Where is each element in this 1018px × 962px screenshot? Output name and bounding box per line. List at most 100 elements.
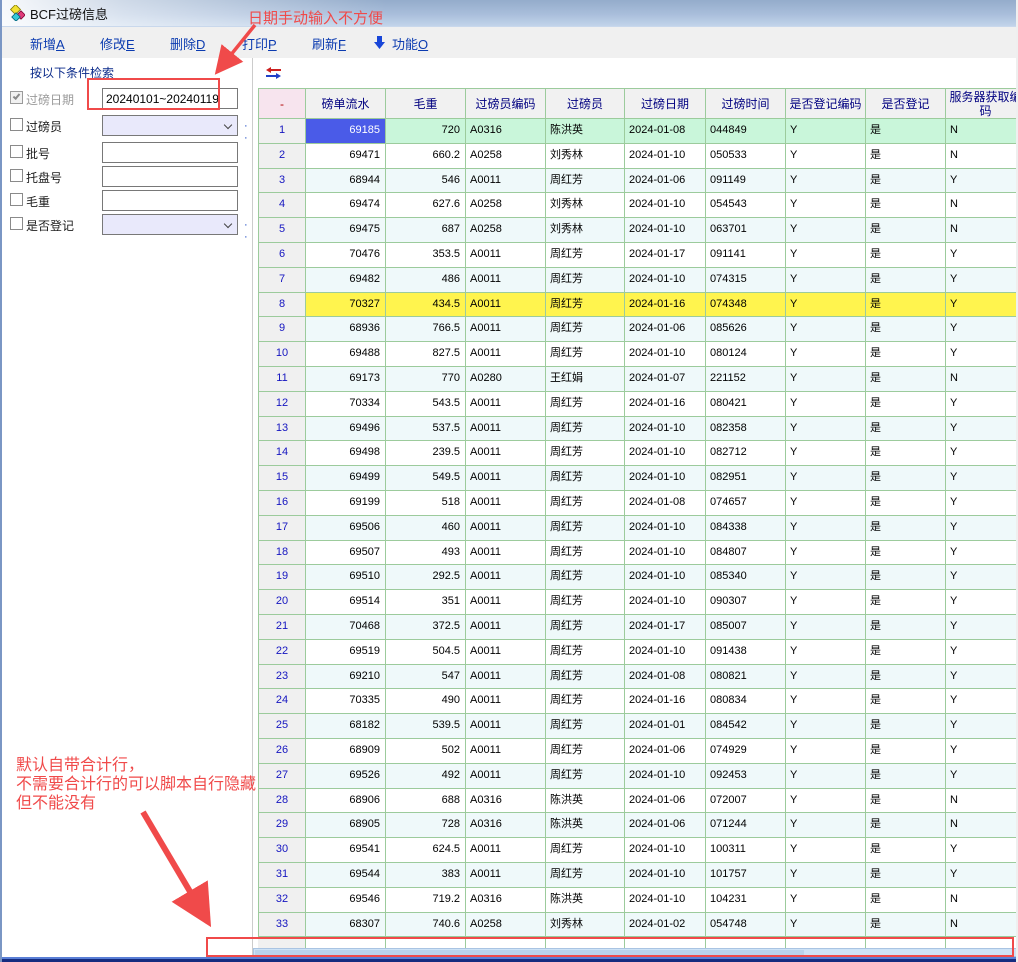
grid-cell[interactable]: 周红芳 (546, 293, 625, 318)
grid-cell[interactable]: 101757 (706, 863, 786, 888)
column-header[interactable]: - (258, 89, 306, 119)
grid-cell[interactable]: Y (946, 491, 1018, 516)
grid-cell[interactable]: 69475 (306, 218, 386, 243)
grid-cell[interactable]: A0011 (466, 342, 546, 367)
batch-checkbox[interactable] (10, 145, 23, 158)
grid-cell[interactable]: A0258 (466, 218, 546, 243)
grid-cell[interactable]: 周红芳 (546, 863, 625, 888)
grid-cell[interactable]: 是 (866, 764, 946, 789)
grid-cell[interactable]: A0011 (466, 491, 546, 516)
grid-cell[interactable]: 是 (866, 714, 946, 739)
grid-cell[interactable]: 2024-01-10 (625, 590, 706, 615)
grid-cell[interactable]: 502 (386, 739, 466, 764)
grid-cell[interactable]: 69210 (306, 665, 386, 690)
grid-cell[interactable]: Y (786, 317, 866, 342)
grid-cell[interactable]: 是 (866, 516, 946, 541)
delete-button[interactable]: 删除D (170, 34, 205, 53)
grid-cell[interactable]: 2024-01-08 (625, 665, 706, 690)
grid-cell[interactable]: 刘秀林 (546, 193, 625, 218)
grid-cell[interactable]: Y (946, 417, 1018, 442)
row-number-cell[interactable]: 22 (258, 640, 306, 665)
grid-cell[interactable]: 是 (866, 863, 946, 888)
grid-cell[interactable]: Y (946, 541, 1018, 566)
grid-cell[interactable]: 2024-01-17 (625, 243, 706, 268)
grid-cell[interactable]: A0011 (466, 417, 546, 442)
grid-cell[interactable]: 490 (386, 689, 466, 714)
grid-cell[interactable]: A0316 (466, 813, 546, 838)
grid-cell[interactable]: A0011 (466, 863, 546, 888)
grid-cell[interactable]: 2024-01-07 (625, 367, 706, 392)
grid-cell[interactable]: 是 (866, 590, 946, 615)
grid-cell[interactable]: 2024-01-10 (625, 441, 706, 466)
grid-cell[interactable]: 082712 (706, 441, 786, 466)
weight-input[interactable] (102, 190, 238, 211)
date-range-input[interactable] (102, 88, 238, 109)
grid-cell[interactable]: 082358 (706, 417, 786, 442)
grid-cell[interactable]: 69471 (306, 144, 386, 169)
row-number-cell[interactable]: 33 (258, 913, 306, 938)
row-number-cell[interactable]: 15 (258, 466, 306, 491)
grid-cell[interactable]: 2024-01-08 (625, 491, 706, 516)
grid-cell[interactable]: 69474 (306, 193, 386, 218)
grid-cell[interactable]: 2024-01-16 (625, 392, 706, 417)
grid-cell[interactable]: 2024-01-10 (625, 193, 706, 218)
grid-cell[interactable]: 2024-01-06 (625, 813, 706, 838)
grid-cell[interactable]: 周红芳 (546, 590, 625, 615)
row-number-cell[interactable]: 3 (258, 169, 306, 194)
grid-cell[interactable]: 是 (866, 218, 946, 243)
grid-cell[interactable]: 是 (866, 169, 946, 194)
grid-cell[interactable]: 69541 (306, 838, 386, 863)
grid-cell[interactable]: A0258 (466, 913, 546, 938)
grid-cell[interactable]: 084338 (706, 516, 786, 541)
column-header[interactable]: 毛重 (386, 89, 466, 119)
grid-cell[interactable]: Y (786, 293, 866, 318)
scrollbar-thumb[interactable] (255, 950, 804, 956)
grid-cell[interactable]: 70468 (306, 615, 386, 640)
grid-cell[interactable]: Y (946, 665, 1018, 690)
grid-cell[interactable]: A0011 (466, 243, 546, 268)
grid-cell[interactable]: 074657 (706, 491, 786, 516)
grid-cell[interactable]: Y (786, 764, 866, 789)
grid-cell[interactable]: 2024-01-02 (625, 913, 706, 938)
grid-cell[interactable]: 周红芳 (546, 714, 625, 739)
column-header[interactable]: 是否登记 (866, 89, 946, 119)
grid-cell[interactable]: 68909 (306, 739, 386, 764)
grid-cell[interactable]: 2024-01-10 (625, 541, 706, 566)
grid-cell[interactable]: 687 (386, 218, 466, 243)
grid-cell[interactable]: 460 (386, 516, 466, 541)
grid-cell[interactable]: 728 (386, 813, 466, 838)
grid-cell[interactable]: 周红芳 (546, 466, 625, 491)
row-number-cell[interactable]: 10 (258, 342, 306, 367)
grid-cell[interactable]: N (946, 888, 1018, 913)
grid-cell[interactable]: 2024-01-06 (625, 789, 706, 814)
grid-cell[interactable]: 是 (866, 441, 946, 466)
grid-cell[interactable]: N (946, 789, 1018, 814)
grid-cell[interactable]: 050533 (706, 144, 786, 169)
grid-cell[interactable]: Y (786, 417, 866, 442)
grid-cell[interactable]: 434.5 (386, 293, 466, 318)
grid-cell[interactable]: N (946, 367, 1018, 392)
grid-cell[interactable]: A0011 (466, 293, 546, 318)
grid-cell[interactable]: 770 (386, 367, 466, 392)
grid-cell[interactable]: 是 (866, 193, 946, 218)
grid-cell[interactable]: 072007 (706, 789, 786, 814)
grid-cell[interactable]: N (946, 913, 1018, 938)
grid-cell[interactable]: 是 (866, 243, 946, 268)
grid-cell[interactable]: Y (786, 218, 866, 243)
grid-cell[interactable]: 2024-01-10 (625, 863, 706, 888)
grid-cell[interactable]: Y (946, 640, 1018, 665)
function-button[interactable]: 功能O (392, 34, 428, 53)
grid-cell[interactable]: 69510 (306, 565, 386, 590)
grid-cell[interactable]: 周红芳 (546, 342, 625, 367)
grid-cell[interactable]: 是 (866, 789, 946, 814)
grid-cell[interactable]: 2024-01-01 (625, 714, 706, 739)
row-number-cell[interactable]: 21 (258, 615, 306, 640)
grid-cell[interactable]: 539.5 (386, 714, 466, 739)
grid-cell[interactable]: 70335 (306, 689, 386, 714)
grid-cell[interactable]: 2024-01-08 (625, 119, 706, 144)
grid-cell[interactable]: 719.2 (386, 888, 466, 913)
grid-cell[interactable]: 68905 (306, 813, 386, 838)
column-header[interactable]: 磅单流水 (306, 89, 386, 119)
grid-cell[interactable]: A0011 (466, 466, 546, 491)
grid-cell[interactable]: Y (946, 714, 1018, 739)
